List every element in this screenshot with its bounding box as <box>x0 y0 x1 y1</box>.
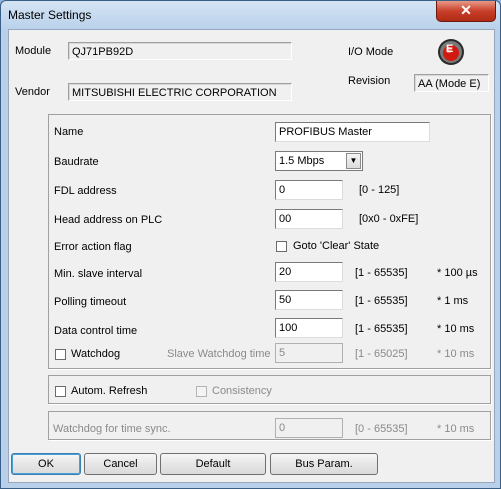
name-input[interactable]: PROFIBUS Master <box>275 122 430 142</box>
close-button[interactable]: ✕ <box>436 1 496 22</box>
head-address-input[interactable]: 00 <box>275 209 343 229</box>
time-sync-input[interactable]: 0 <box>275 418 343 438</box>
fdl-address-input[interactable]: 0 <box>275 180 343 200</box>
slave-watchdog-input[interactable]: 5 <box>275 343 343 363</box>
ok-button[interactable]: OK <box>11 453 81 475</box>
data-control-time-input[interactable]: 100 <box>275 318 343 338</box>
fdl-address-range: [0 - 125] <box>359 184 400 196</box>
revision-field: AA (Mode E) <box>414 74 489 92</box>
master-settings-window: Master Settings ✕ Module QJ71PB92D Vendo… <box>0 0 501 489</box>
fdl-address-label: FDL address <box>54 185 117 197</box>
min-slave-interval-input[interactable]: 20 <box>275 262 343 282</box>
chevron-down-icon[interactable]: ▼ <box>346 153 361 169</box>
polling-timeout-range: [1 - 65535] <box>355 295 408 307</box>
data-control-time-unit: * 10 ms <box>437 323 475 335</box>
vendor-field: MITSUBISHI ELECTRIC CORPORATION <box>68 83 292 101</box>
consistency-label: Consistency <box>212 385 272 397</box>
slave-watchdog-range: [1 - 65025] <box>355 348 408 360</box>
time-sync-label: Watchdog for time sync. <box>53 423 171 435</box>
min-slave-interval-label: Min. slave interval <box>54 268 143 280</box>
polling-timeout-unit: * 1 ms <box>437 295 469 307</box>
goto-clear-label[interactable]: Goto 'Clear' State <box>293 240 379 252</box>
title-bar[interactable]: Master Settings ✕ <box>1 1 500 27</box>
module-field: QJ71PB92D <box>68 42 292 60</box>
dialog-body: Module QJ71PB92D Vendor MITSUBISHI ELECT… <box>8 29 495 483</box>
io-mode-letter: E <box>446 43 454 55</box>
watchdog-checkbox[interactable] <box>55 349 66 360</box>
head-address-label: Head address on PLC <box>54 214 163 226</box>
io-mode-icon: E <box>437 38 465 66</box>
revision-label: Revision <box>348 75 391 87</box>
min-slave-interval-unit: * 100 µs <box>437 267 478 279</box>
vendor-label: Vendor <box>15 86 50 98</box>
consistency-checkbox[interactable] <box>196 386 207 397</box>
slave-watchdog-label: Slave Watchdog time <box>167 348 271 360</box>
slave-watchdog-unit: * 10 ms <box>437 348 475 360</box>
goto-clear-checkbox[interactable] <box>276 241 287 252</box>
default-button[interactable]: Default <box>160 453 266 475</box>
autom-refresh-checkbox[interactable] <box>55 386 66 397</box>
baudrate-label: Baudrate <box>54 156 99 168</box>
time-sync-unit: * 10 ms <box>437 423 475 435</box>
watchdog-label[interactable]: Watchdog <box>71 348 120 360</box>
error-action-label: Error action flag <box>54 241 132 253</box>
name-label: Name <box>54 126 84 138</box>
baudrate-select[interactable]: 1.5 Mbps ▼ <box>275 151 363 171</box>
autom-refresh-label[interactable]: Autom. Refresh <box>71 385 147 397</box>
module-label: Module <box>15 45 52 57</box>
bus-param-button[interactable]: Bus Param. <box>270 453 378 475</box>
data-control-time-range: [1 - 65535] <box>355 323 408 335</box>
baudrate-value: 1.5 Mbps <box>279 155 325 167</box>
window-title: Master Settings <box>8 8 92 22</box>
cancel-button[interactable]: Cancel <box>84 453 157 475</box>
polling-timeout-input[interactable]: 50 <box>275 290 343 310</box>
data-control-time-label: Data control time <box>54 325 138 337</box>
head-address-range: [0x0 - 0xFE] <box>359 213 419 225</box>
time-sync-range: [0 - 65535] <box>355 423 408 435</box>
min-slave-interval-range: [1 - 65535] <box>355 267 408 279</box>
polling-timeout-label: Polling timeout <box>54 296 127 308</box>
io-mode-label: I/O Mode <box>348 46 394 58</box>
